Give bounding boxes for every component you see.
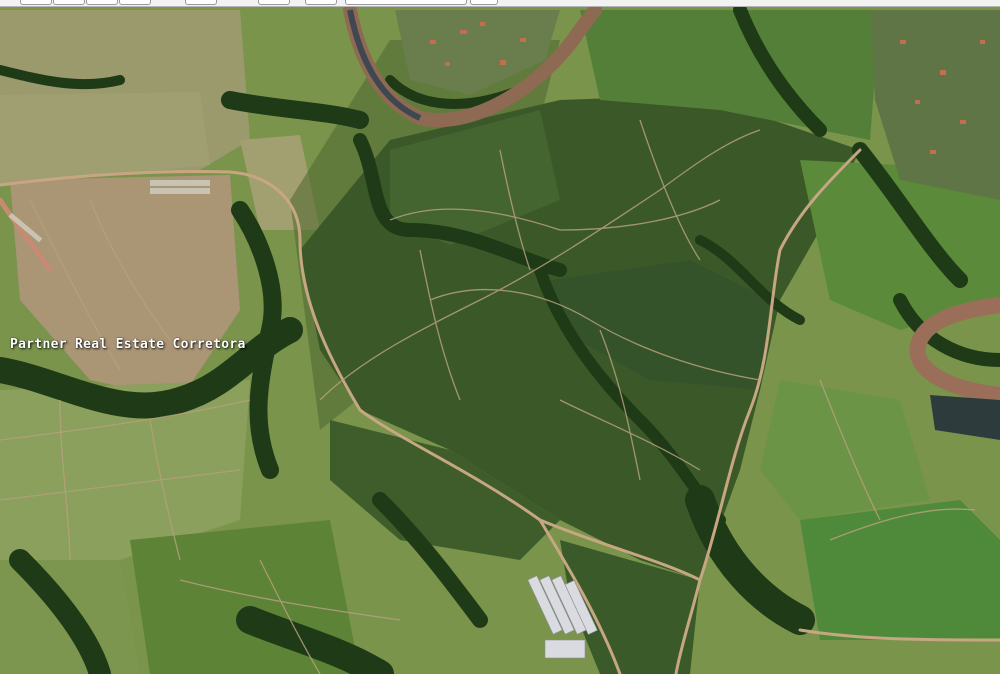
toolbar-button[interactable] bbox=[53, 0, 85, 5]
toolbar-button[interactable] bbox=[345, 0, 467, 5]
toolbar-button[interactable] bbox=[86, 0, 118, 5]
toolbar-button[interactable] bbox=[258, 0, 290, 5]
toolbar-button[interactable] bbox=[119, 0, 151, 5]
map-toolbar bbox=[0, 0, 1000, 7]
toolbar-button[interactable] bbox=[20, 0, 52, 5]
watermark-text: Partner Real Estate Corretora bbox=[10, 337, 246, 352]
green-pasture bbox=[800, 500, 1000, 640]
toolbar-button[interactable] bbox=[305, 0, 337, 5]
toolbar-button[interactable] bbox=[470, 0, 498, 5]
toolbar-button[interactable] bbox=[185, 0, 217, 5]
